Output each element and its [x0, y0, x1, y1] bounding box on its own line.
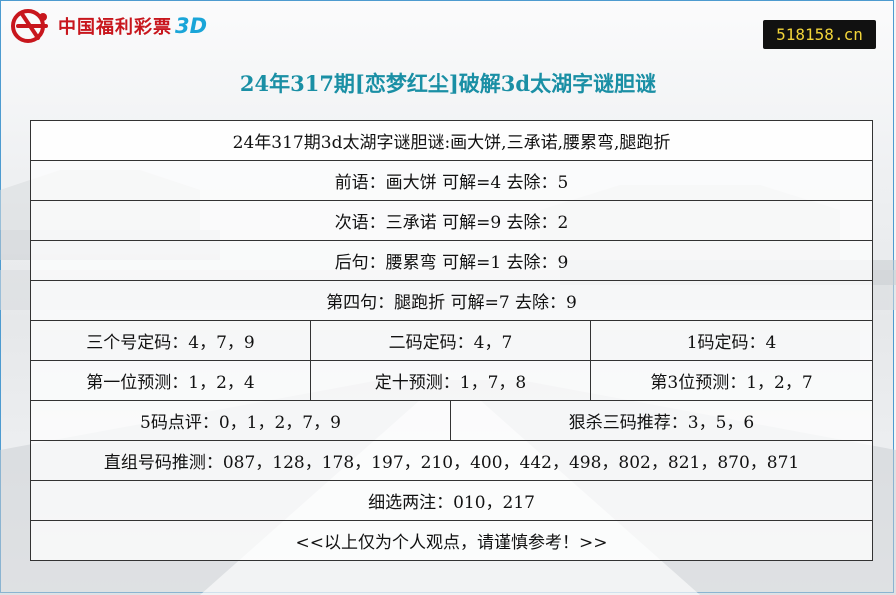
table-row: 次语：三承诺 可解=9 去除：2 — [29, 200, 874, 241]
table-row: 细选两注：010，217 — [29, 480, 874, 521]
first-position-cell: 第一位预测：1，2，4 — [30, 360, 311, 401]
table-row: 5码点评：0，1，2，7，9 狠杀三码推荐：3，5，6 — [30, 400, 874, 441]
third-position-cell: 第3位预测：1，2，7 — [589, 360, 874, 401]
pick-two-cell: 细选两注：010，217 — [29, 480, 874, 521]
disclaimer-cell: <<以上仅为个人观点，请谨慎参考！>> — [29, 520, 874, 561]
table-row: 24年317期3d太湖字谜胆谜:画大饼,三承诺,腰累弯,腿跑折 — [29, 120, 874, 161]
logo-text: 中国福利彩票 — [58, 17, 172, 38]
qianyu-cell: 前语：画大饼 可解=4 去除：5 — [29, 160, 874, 201]
site-badge: 518158.cn — [763, 20, 876, 49]
two-fixed-cell: 二码定码：4，7 — [310, 320, 591, 361]
riddle-cell: 24年317期3d太湖字谜胆谜:画大饼,三承诺,腰累弯,腿跑折 — [29, 120, 874, 161]
direct-group-cell: 直组号码推测：087，128，178，197，210，400，442，498，8… — [29, 440, 874, 481]
disiju-cell: 第四句：腿跑折 可解=7 去除：9 — [29, 280, 874, 321]
logo-3d-suffix: 3D — [175, 14, 208, 38]
tens-position-cell: 定十预测：1，7，8 — [310, 360, 591, 401]
three-fixed-cell: 三个号定码：4，7，9 — [30, 320, 311, 361]
table-row: 第一位预测：1，2，4 定十预测：1，7，8 第3位预测：1，2，7 — [30, 360, 874, 401]
table-row: 三个号定码：4，7，9 二码定码：4，7 1码定码：4 — [30, 320, 874, 361]
table-row: <<以上仅为个人观点，请谨慎参考！>> — [29, 520, 874, 561]
ciyu-cell: 次语：三承诺 可解=9 去除：2 — [29, 200, 874, 241]
five-review-cell: 5码点评：0，1，2，7，9 — [30, 400, 451, 441]
table-row: 第四句：腿跑折 可解=7 去除：9 — [29, 280, 874, 321]
page-title: 24年317期[恋梦红尘]破解3d太湖字谜胆谜 — [239, 71, 657, 96]
prediction-table: 24年317期3d太湖字谜胆谜:画大饼,三承诺,腰累弯,腿跑折 前语：画大饼 可… — [29, 120, 874, 561]
table-row: 前语：画大饼 可解=4 去除：5 — [29, 160, 874, 201]
houju-cell: 后句：腰累弯 可解=1 去除：9 — [29, 240, 874, 281]
kill-three-cell: 狠杀三码推荐：3，5，6 — [449, 400, 874, 441]
one-fixed-cell: 1码定码：4 — [589, 320, 874, 361]
table-row: 直组号码推测：087，128，178，197，210，400，442，498，8… — [29, 440, 874, 481]
welfare-lottery-logo-icon — [11, 9, 48, 43]
table-row: 后句：腰累弯 可解=1 去除：9 — [29, 240, 874, 281]
lottery-logo: 中国福利彩票 3D — [10, 8, 207, 44]
